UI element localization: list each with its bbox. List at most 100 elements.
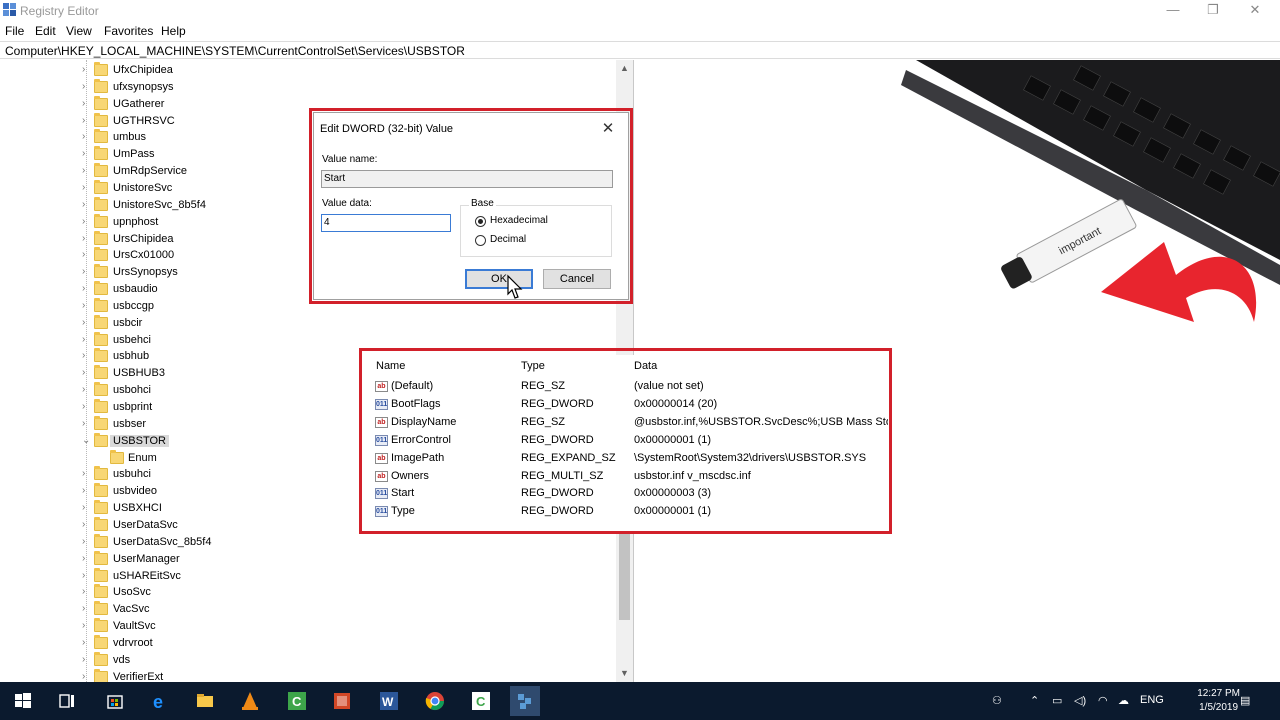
expand-chevron-right-icon[interactable]: ›	[82, 570, 92, 582]
onedrive-icon[interactable]: ☁	[1118, 694, 1129, 707]
tree-item[interactable]: › vds	[0, 651, 614, 669]
menu-help[interactable]: Help	[161, 24, 186, 38]
tree-item[interactable]: › VacSvc	[0, 601, 614, 618]
task-view-icon[interactable]	[52, 686, 82, 716]
tree-item[interactable]: › ufxsynopsys	[0, 78, 614, 96]
hexadecimal-radio[interactable]: Hexadecimal	[475, 215, 575, 229]
column-header-data[interactable]: Data	[634, 360, 657, 372]
regedit-taskbar-icon[interactable]	[510, 686, 540, 716]
app-icon-red[interactable]	[327, 686, 357, 716]
expand-chevron-right-icon[interactable]: ›	[82, 350, 92, 362]
expand-chevron-right-icon[interactable]: ›	[82, 586, 92, 598]
value-row[interactable]: 011 BootFlags REG_DWORD 0x00000014 (20)	[364, 396, 888, 414]
tree-item[interactable]: › VaultSvc	[0, 618, 614, 635]
tree-item[interactable]: › usbehci	[0, 331, 614, 349]
scroll-up-arrow-icon[interactable]: ▲	[616, 60, 633, 77]
tree-item-label: UmRdpService	[113, 165, 187, 178]
vlc-icon[interactable]	[235, 686, 265, 716]
expand-chevron-right-icon[interactable]: ›	[82, 334, 92, 346]
cancel-button[interactable]: Cancel	[543, 269, 611, 289]
close-button[interactable]: ✕	[1232, 0, 1278, 22]
value-name-field[interactable]: Start	[321, 170, 613, 188]
expand-chevron-right-icon[interactable]: ›	[82, 317, 92, 329]
value-row[interactable]: ab (Default) REG_SZ (value not set)	[364, 378, 888, 396]
camtasia-icon[interactable]: C	[282, 686, 312, 716]
chrome-icon[interactable]	[420, 686, 450, 716]
tree-item[interactable]: › usbcir	[0, 314, 614, 332]
tree-item[interactable]: › UserManager	[0, 550, 614, 568]
decimal-radio[interactable]: Decimal	[475, 234, 575, 248]
menu-favorites[interactable]: Favorites	[104, 24, 153, 38]
expand-chevron-right-icon[interactable]: ›	[82, 64, 92, 76]
expand-chevron-right-icon[interactable]: ›	[82, 502, 92, 514]
expand-chevron-right-icon[interactable]: ›	[82, 367, 92, 379]
show-hidden-icons-icon[interactable]: ⌃	[1030, 694, 1039, 707]
column-header-type[interactable]: Type	[521, 360, 545, 372]
expand-chevron-right-icon[interactable]: ›	[82, 233, 92, 245]
maximize-button[interactable]: ❐	[1190, 0, 1236, 22]
language-indicator[interactable]: ENG	[1140, 694, 1164, 706]
expand-chevron-right-icon[interactable]: ›	[82, 519, 92, 531]
value-data-field[interactable]: 4	[321, 214, 451, 232]
people-icon[interactable]: ⚇	[992, 694, 1002, 707]
expand-chevron-right-icon[interactable]: ›	[82, 216, 92, 228]
menu-view[interactable]: View	[66, 24, 92, 38]
value-row[interactable]: 011 Start REG_DWORD 0x00000003 (3)	[364, 485, 888, 503]
dialog-close-icon[interactable]: ✕	[600, 119, 616, 137]
edge-browser-icon[interactable]: e	[145, 686, 175, 716]
file-explorer-icon[interactable]	[190, 686, 220, 716]
expand-chevron-right-icon[interactable]: ›	[82, 536, 92, 548]
network-icon[interactable]: ◠	[1098, 694, 1108, 707]
expand-chevron-right-icon[interactable]: ›	[82, 283, 92, 295]
start-windows-icon[interactable]	[8, 686, 38, 716]
expand-chevron-right-icon[interactable]: ›	[82, 148, 92, 160]
value-row[interactable]: ab ImagePath REG_EXPAND_SZ \SystemRoot\Syst…	[364, 450, 888, 468]
tree-item[interactable]: › UfxChipidea	[0, 62, 614, 79]
expand-chevron-right-icon[interactable]: ›	[82, 468, 92, 480]
value-row[interactable]: ab DisplayName REG_SZ @usbstor.inf,%USBSTOR…	[364, 414, 888, 432]
expand-chevron-right-icon[interactable]: ›	[82, 671, 92, 682]
expand-chevron-right-icon[interactable]: ›	[82, 131, 92, 143]
store-icon[interactable]	[100, 686, 130, 716]
word-icon[interactable]: W	[374, 686, 404, 716]
menu-file[interactable]: File	[5, 24, 24, 38]
expand-chevron-right-icon[interactable]: ›	[82, 165, 92, 177]
tree-item[interactable]: › UsoSvc	[0, 584, 614, 601]
expand-chevron-right-icon[interactable]: ›	[82, 98, 92, 110]
expand-chevron-right-icon[interactable]: ›	[82, 300, 92, 312]
value-row[interactable]: 011 ErrorControl REG_DWORD 0x00000001 (1)	[364, 432, 888, 450]
expand-chevron-right-icon[interactable]: ›	[82, 199, 92, 211]
expand-chevron-right-icon[interactable]: ›	[82, 249, 92, 261]
value-name: ErrorControl	[391, 433, 451, 446]
expand-chevron-right-icon[interactable]: ›	[82, 620, 92, 632]
expand-chevron-right-icon[interactable]: ›	[82, 384, 92, 396]
volume-icon[interactable]: ◁)	[1074, 694, 1086, 707]
expand-chevron-right-icon[interactable]: ›	[82, 182, 92, 194]
camtasia-recorder-icon[interactable]: C	[466, 686, 496, 716]
expand-chevron-right-icon[interactable]: ›	[82, 553, 92, 565]
menu-edit[interactable]: Edit	[35, 24, 56, 38]
expand-chevron-right-icon[interactable]: ›	[82, 401, 92, 413]
expand-chevron-right-icon[interactable]: ›	[82, 115, 92, 127]
value-row[interactable]: ab Owners REG_MULTI_SZ usbstor.inf v_mscdsc…	[364, 468, 888, 486]
tree-item[interactable]: › VerifierExt	[0, 668, 614, 682]
battery-icon[interactable]: ▭	[1052, 694, 1062, 707]
expand-chevron-right-icon[interactable]: ›	[82, 603, 92, 615]
value-type: REG_SZ	[521, 415, 566, 428]
value-row[interactable]: 011 Type REG_DWORD 0x00000001 (1)	[364, 503, 888, 521]
expand-chevron-right-icon[interactable]: ›	[82, 81, 92, 93]
column-header-name[interactable]: Name	[376, 360, 405, 372]
expand-chevron-right-icon[interactable]: ›	[82, 637, 92, 649]
expand-chevron-right-icon[interactable]: ›	[82, 654, 92, 666]
scroll-down-arrow-icon[interactable]: ▼	[616, 665, 633, 682]
tree-item[interactable]: › UserDataSvc_8b5f4	[0, 533, 614, 551]
action-center-icon[interactable]: ▤	[1240, 694, 1250, 707]
address-bar[interactable]: Computer\HKEY_LOCAL_MACHINE\SYSTEM\Curre…	[0, 41, 1280, 59]
tree-item[interactable]: › uSHAREitSvc	[0, 567, 614, 585]
expand-chevron-right-icon[interactable]: ›	[82, 485, 92, 497]
expand-chevron-right-icon[interactable]: ›	[82, 266, 92, 278]
expand-chevron-right-icon[interactable]: ›	[82, 418, 92, 430]
tree-item[interactable]: › vdrvroot	[0, 634, 614, 652]
expand-chevron-down-icon[interactable]: ⌄	[82, 435, 92, 447]
clock[interactable]: 12:27 PM 1/5/2019	[1197, 687, 1240, 715]
